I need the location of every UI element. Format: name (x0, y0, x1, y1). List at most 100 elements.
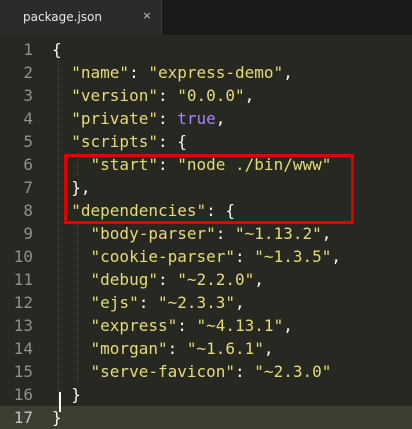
code-text: "debug": "~2.2.0", (52, 268, 264, 291)
punctuation-token (52, 132, 71, 151)
punctuation-token: , (331, 247, 341, 266)
code-text: "version": "0.0.0", (52, 84, 254, 107)
code-line[interactable]: 4 "private": true, (0, 107, 412, 130)
punctuation-token: : (235, 247, 255, 266)
code-line[interactable]: 5 "scripts": { (0, 130, 412, 153)
code-text: "cookie-parser": "~1.3.5", (52, 245, 341, 268)
punctuation-token (52, 63, 71, 82)
string-token: "express-demo" (148, 63, 284, 82)
string-token: "~1.6.1" (186, 339, 264, 358)
code-line[interactable]: 13 "express": "~4.13.1", (0, 314, 412, 337)
punctuation-token: , (215, 109, 226, 128)
string-token: "version" (71, 86, 158, 105)
code-line[interactable]: 9 "body-parser": "~1.13.2", (0, 222, 412, 245)
punctuation-token: , (254, 270, 264, 289)
string-token: "ejs" (90, 293, 139, 312)
scripts-highlight-box (64, 154, 354, 224)
punctuation-token: : (215, 224, 236, 243)
string-token: "~2.3.3" (157, 293, 236, 312)
line-number: 3 (23, 86, 33, 105)
punctuation-token (52, 109, 71, 128)
punctuation-token: : (157, 109, 178, 128)
constant-token: true (177, 109, 216, 128)
punctuation-token: { (52, 40, 62, 59)
punctuation-token: : (235, 362, 255, 381)
punctuation-token (52, 86, 71, 105)
line-number: 11 (13, 270, 33, 289)
punctuation-token: : (167, 339, 187, 358)
string-token: "~1.3.5" (254, 247, 332, 266)
code-text: "name": "express-demo", (52, 61, 293, 84)
string-token: "~2.2.0" (177, 270, 255, 289)
tab-title: package.json (23, 10, 103, 24)
code-line[interactable]: 16 } (0, 383, 412, 406)
punctuation-token: , (283, 316, 293, 335)
code-line[interactable]: 14 "morgan": "~1.6.1", (0, 337, 412, 360)
code-text: "morgan": "~1.6.1", (52, 337, 274, 360)
line-number: 10 (13, 247, 33, 266)
punctuation-token: , (244, 86, 255, 105)
line-number: 1 (23, 40, 33, 59)
code-text: "private": true, (52, 107, 225, 130)
code-text: "body-parser": "~1.13.2", (52, 222, 332, 245)
code-line[interactable]: 15 "serve-favicon": "~2.3.0" (0, 360, 412, 383)
string-token: "body-parser" (90, 224, 216, 243)
punctuation-token: , (283, 63, 293, 82)
code-editor[interactable]: 1{2 "name": "express-demo", 3 "version": … (0, 35, 412, 429)
string-token: "scripts" (71, 132, 158, 151)
code-line[interactable]: 10 "cookie-parser": "~1.3.5", (0, 245, 412, 268)
punctuation-token: , (263, 339, 274, 358)
line-number: 7 (23, 178, 33, 197)
code-line[interactable]: 17} (0, 406, 412, 429)
string-token: "~4.13.1" (196, 316, 284, 335)
line-number: 17 (13, 408, 33, 427)
punctuation-token: : (157, 86, 178, 105)
indent-guide (77, 222, 78, 383)
indent-guide (58, 61, 59, 406)
string-token: "morgan" (90, 339, 168, 358)
indent-guide (77, 153, 78, 176)
line-number: 15 (13, 362, 33, 381)
code-line[interactable]: 2 "name": "express-demo", (0, 61, 412, 84)
line-number: 5 (23, 132, 33, 151)
line-number: 14 (13, 339, 33, 358)
punctuation-token: : (177, 316, 197, 335)
code-text: } (52, 383, 81, 406)
string-token: "private" (71, 109, 158, 128)
punctuation-token: , (235, 293, 245, 312)
close-icon[interactable]: × (140, 9, 154, 23)
punctuation-token: } (52, 385, 81, 404)
string-token: "debug" (90, 270, 158, 289)
code-text: "ejs": "~2.3.3", (52, 291, 245, 314)
line-number: 9 (23, 224, 33, 243)
line-number: 4 (23, 109, 33, 128)
punctuation-token: : (157, 270, 178, 289)
string-token: "~2.3.0" (254, 362, 332, 381)
punctuation-token: : (129, 63, 149, 82)
tab-package-json[interactable]: package.json × (0, 0, 162, 35)
line-number: 13 (13, 316, 33, 335)
line-number: 12 (13, 293, 33, 312)
code-text: "express": "~4.13.1", (52, 314, 293, 337)
code-line[interactable]: 3 "version": "0.0.0", (0, 84, 412, 107)
string-token: "serve-favicon" (90, 362, 236, 381)
code-line[interactable]: 12 "ejs": "~2.3.3", (0, 291, 412, 314)
code-line[interactable]: 1{ (0, 38, 412, 61)
string-token: "0.0.0" (177, 86, 245, 105)
line-number: 2 (23, 63, 33, 82)
string-token: "name" (71, 63, 130, 82)
code-line[interactable]: 11 "debug": "~2.2.0", (0, 268, 412, 291)
line-number: 6 (23, 155, 33, 174)
punctuation-token: , (321, 224, 332, 243)
punctuation-token: : (138, 293, 158, 312)
line-number: 16 (13, 385, 33, 404)
string-token: "~1.13.2" (235, 224, 322, 243)
editor-window: package.json × 1{2 "name": "express-demo… (0, 0, 412, 429)
line-number: 8 (23, 201, 33, 220)
text-cursor (59, 392, 61, 412)
punctuation-token: : { (157, 132, 187, 151)
code-text: "serve-favicon": "~2.3.0" (52, 360, 332, 383)
code-text: { (52, 38, 62, 61)
code-text: "scripts": { (52, 130, 187, 153)
string-token: "cookie-parser" (90, 247, 236, 266)
